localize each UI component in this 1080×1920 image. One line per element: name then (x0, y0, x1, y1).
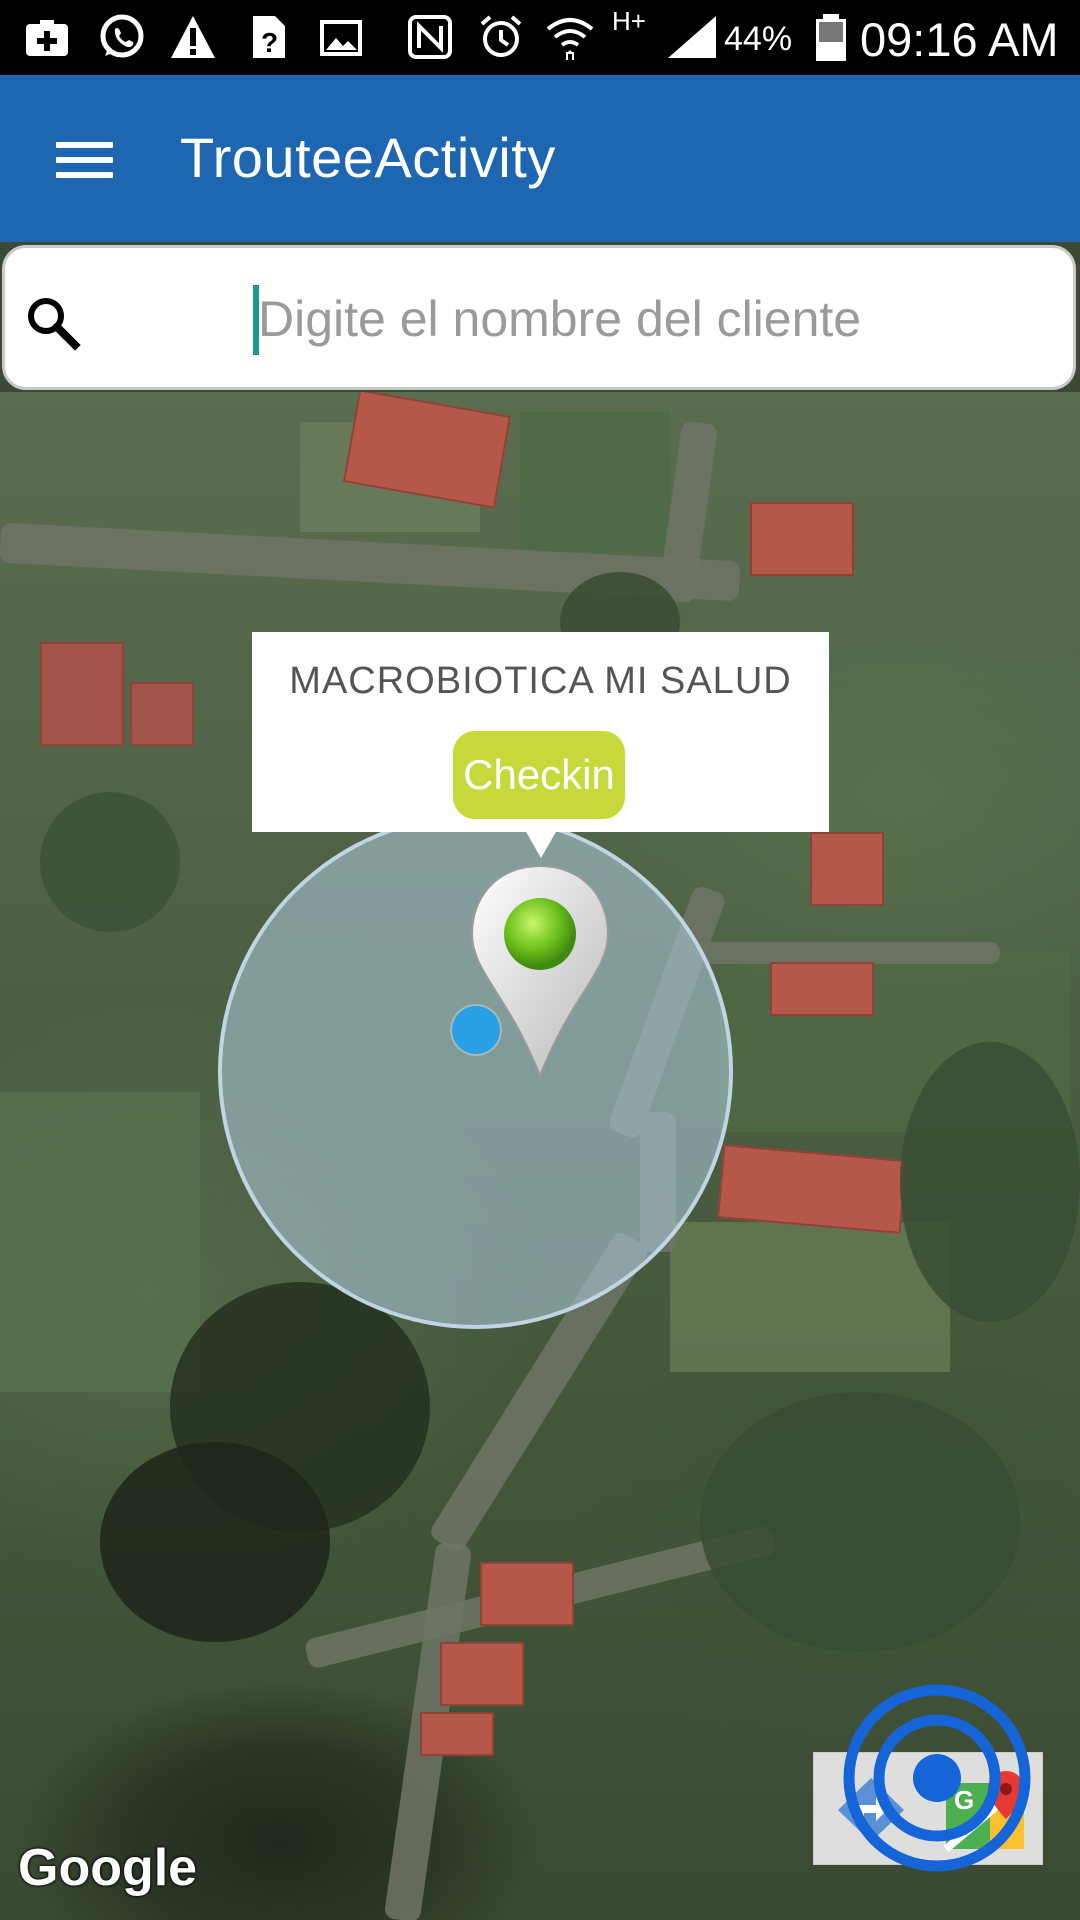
map-road (700, 942, 1000, 964)
clock: 09:16 AM (860, 13, 1059, 66)
building (420, 1712, 494, 1756)
tree (100, 1442, 330, 1642)
tree (900, 1042, 1080, 1322)
unknown-file-icon: ? (253, 16, 285, 58)
map-view[interactable]: MACROBIOTICA MI SALUD Checkin Google G (0, 392, 1080, 1920)
building (40, 642, 124, 746)
building (717, 1144, 907, 1234)
tree (40, 792, 180, 932)
battery-percent: 44% (724, 20, 793, 58)
svg-text:?: ? (261, 27, 278, 58)
menu-icon-bar (56, 172, 113, 178)
map-field (670, 1222, 950, 1372)
image-icon (320, 20, 362, 56)
map-field (0, 1092, 200, 1392)
my-location-button-icon[interactable] (842, 1683, 1032, 1873)
menu-button[interactable] (40, 125, 130, 195)
building (750, 502, 854, 576)
wifi-icon (546, 18, 594, 60)
alarm-icon (480, 15, 522, 57)
network-type: H+ (612, 6, 646, 36)
app-bar: TrouteeActivity (0, 75, 1080, 242)
whatsapp-icon (100, 14, 144, 58)
client-marker-pin-icon[interactable] (468, 862, 612, 1080)
signal-icon (668, 16, 716, 58)
menu-icon-bar (56, 157, 113, 163)
nfc-icon (408, 15, 452, 59)
client-name: MACROBIOTICA MI SALUD (289, 660, 792, 702)
client-search-bar (2, 245, 1076, 390)
building (770, 962, 874, 1016)
client-search-input[interactable] (258, 278, 1038, 360)
map-field (520, 412, 670, 552)
app-title: TrouteeActivity (180, 126, 556, 189)
marker-info-window: MACROBIOTICA MI SALUD Checkin (252, 632, 829, 832)
building (480, 1562, 574, 1626)
building (810, 832, 884, 906)
google-attribution: Google (18, 1839, 198, 1897)
tree (700, 1392, 1020, 1652)
plus-notification-icon (26, 20, 68, 56)
menu-icon (56, 142, 113, 148)
battery-icon (816, 14, 846, 61)
warning-icon (171, 16, 215, 58)
checkin-button[interactable]: Checkin (453, 731, 625, 819)
building (440, 1642, 524, 1706)
search-icon[interactable] (23, 293, 83, 353)
info-window-pointer (525, 830, 557, 858)
status-bar: ? H+ 44% 09:16 AM (0, 0, 1080, 75)
building (130, 682, 194, 746)
